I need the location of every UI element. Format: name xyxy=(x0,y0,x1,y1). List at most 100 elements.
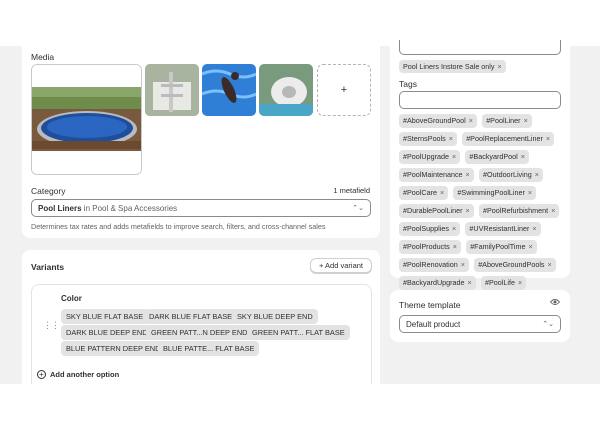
tag-chip: #PoolRenovation × xyxy=(399,258,469,272)
remove-tag-icon[interactable]: × xyxy=(528,188,532,197)
thumbnail-pool-fitting[interactable] xyxy=(259,64,313,116)
option-value[interactable]: SKY BLUE DEEP END xyxy=(232,309,318,324)
category-select[interactable]: Pool Liners in Pool & Spa Accessories ⌃⌄ xyxy=(31,199,371,217)
tags-list: #AboveGroundPool × #PoolLiner × #SternsPoo… xyxy=(399,114,563,294)
add-option-label: Add another option xyxy=(50,370,120,379)
collections-input[interactable] xyxy=(399,40,561,55)
media-label: Media xyxy=(31,52,55,62)
variants-title: Variants xyxy=(31,262,65,272)
tag-chip: #PoolLife × xyxy=(480,276,527,290)
remove-tag-icon[interactable]: × xyxy=(498,62,502,71)
option-value[interactable]: DARK BLUE DEEP END xyxy=(61,325,153,340)
remove-tag-icon[interactable]: × xyxy=(469,116,473,125)
metafield-badge: 1 metafield xyxy=(333,186,370,195)
option-value[interactable]: SKY BLUE FLAT BASE xyxy=(61,309,149,324)
tag-chip: #PoolSupplies × xyxy=(399,222,461,236)
tag-label: #SternsPools xyxy=(403,134,446,143)
theme-template-select[interactable]: Default product ⌃⌄ xyxy=(399,315,561,333)
theme-template-label: Theme template xyxy=(399,300,461,310)
remove-tag-icon[interactable]: × xyxy=(440,188,444,197)
organization-card: Pool Liners Instore Sale only × Tags #Abo… xyxy=(390,40,570,290)
tag-chip: #PoolProducts × xyxy=(399,240,461,254)
fitting-photo xyxy=(259,64,313,116)
remove-tag-icon[interactable]: × xyxy=(546,134,550,143)
remove-tag-icon[interactable]: × xyxy=(466,206,470,215)
remove-tag-icon[interactable]: × xyxy=(528,242,532,251)
remove-tag-icon[interactable]: × xyxy=(461,260,465,269)
remove-tag-icon[interactable]: × xyxy=(452,224,456,233)
remove-tag-icon[interactable]: × xyxy=(524,116,528,125)
option-value[interactable]: GREEN PATT... FLAT BASE xyxy=(247,325,350,340)
remove-tag-icon[interactable]: × xyxy=(521,152,525,161)
tag-label: #DurablePoolLiner xyxy=(403,206,463,215)
add-media-button[interactable]: + xyxy=(317,64,371,116)
media-card: Media + Category 1 metafield Pool Liners… xyxy=(22,46,380,238)
remove-tag-icon[interactable]: × xyxy=(468,278,472,287)
tag-label: #PoolUpgrade xyxy=(403,152,449,161)
tag-label: #PoolReplacementLiner xyxy=(466,134,543,143)
tag-label: #OutdoorLiving xyxy=(482,170,532,179)
option-value[interactable]: DARK BLUE FLAT BASE xyxy=(144,309,238,324)
tag-chip: #AboveGroundPools × xyxy=(474,258,556,272)
remove-tag-icon[interactable]: × xyxy=(548,260,552,269)
tag-chip: #BackyardUpgrade × xyxy=(399,276,476,290)
remove-tag-icon[interactable]: × xyxy=(466,170,470,179)
tag-chip: #PoolUpgrade × xyxy=(399,150,461,164)
drag-handle-icon[interactable]: ⋮⋮ xyxy=(43,320,60,331)
category-value-rest: in Pool & Spa Accessories xyxy=(81,203,178,213)
thumbnail-pool-ladder[interactable] xyxy=(145,64,199,116)
tags-input[interactable] xyxy=(399,91,561,109)
add-option-button[interactable]: + Add another option xyxy=(37,370,119,379)
add-variant-button[interactable]: + Add variant xyxy=(310,258,372,273)
remove-tag-icon[interactable]: × xyxy=(453,242,457,251)
tag-chip: #UVResistantLiner × xyxy=(465,222,541,236)
tag-label: #UVResistantLiner xyxy=(469,224,530,233)
chevron-updown-icon: ⌃⌄ xyxy=(352,205,364,212)
tag-chip: #FamilyPoolTime × xyxy=(466,240,537,254)
variants-card: Variants + Add variant ⋮⋮ Color SKY BLUE… xyxy=(22,250,380,384)
eye-glyph xyxy=(549,299,561,305)
tags-label: Tags xyxy=(399,79,417,89)
tag-label: #PoolCare xyxy=(403,188,437,197)
tag-label: #FamilyPoolTime xyxy=(470,242,526,251)
tag-chip: #PoolLiner × xyxy=(482,114,532,128)
category-value-bold: Pool Liners xyxy=(38,203,82,213)
thumbnail-swimmer[interactable] xyxy=(202,64,256,116)
ladder-photo xyxy=(145,64,199,116)
tag-chip: #OutdoorLiving × xyxy=(478,168,543,182)
tag-chip: #DurablePoolLiner × xyxy=(399,204,474,218)
main-pool-image[interactable] xyxy=(31,64,142,175)
tag-label: #BackyardUpgrade xyxy=(403,278,465,287)
tag-chip: #PoolReplacementLiner × xyxy=(462,132,555,146)
tag-chip: #PoolMaintenance × xyxy=(399,168,474,182)
option-value[interactable]: BLUE PATTERN DEEP END xyxy=(61,341,166,356)
tag-label: #PoolRenovation xyxy=(403,260,458,269)
sales-channel-tag: Pool Liners Instore Sale only × xyxy=(399,60,506,73)
remove-tag-icon[interactable]: × xyxy=(452,152,456,161)
remove-tag-icon[interactable]: × xyxy=(551,206,555,215)
theme-template-card: Theme template Default product ⌃⌄ xyxy=(390,290,570,342)
tag-label: #PoolRefurbishment xyxy=(482,206,549,215)
tag-chip: #SternsPools × xyxy=(399,132,457,146)
option-value[interactable]: GREEN PATT...N DEEP END xyxy=(146,325,253,340)
remove-tag-icon[interactable]: × xyxy=(518,278,522,287)
swimmer-photo xyxy=(202,64,256,116)
remove-tag-icon[interactable]: × xyxy=(532,224,536,233)
option-value[interactable]: BLUE PATTE... FLAT BASE xyxy=(158,341,260,356)
add-media-icon: + xyxy=(340,84,348,96)
tag-label: #PoolLiner xyxy=(486,116,521,125)
tag-chip: #SwimmingPoolLiner × xyxy=(453,186,537,200)
sales-channel-tag-label: Pool Liners Instore Sale only xyxy=(403,62,495,71)
tag-label: #SwimmingPoolLiner xyxy=(457,188,525,197)
remove-tag-icon[interactable]: × xyxy=(535,170,539,179)
pool-photo xyxy=(32,65,141,174)
tag-label: #PoolLife xyxy=(484,278,515,287)
tag-label: #AboveGroundPool xyxy=(403,116,466,125)
tag-label: #PoolMaintenance xyxy=(403,170,463,179)
remove-tag-icon[interactable]: × xyxy=(449,134,453,143)
tag-chip: #AboveGroundPool × xyxy=(399,114,477,128)
category-label: Category xyxy=(31,186,66,196)
add-variant-label: + Add variant xyxy=(319,261,363,270)
eye-icon[interactable] xyxy=(549,298,561,308)
theme-template-value: Default product xyxy=(406,319,461,329)
